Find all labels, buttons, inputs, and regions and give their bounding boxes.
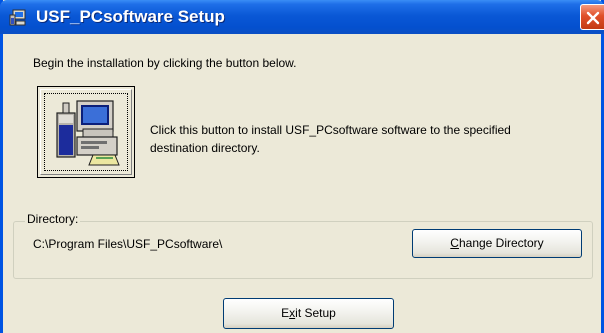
exit-setup-label-end: it Setup: [295, 306, 336, 320]
change-directory-button[interactable]: Change Directory: [412, 229, 582, 258]
change-directory-label: hange Directory: [458, 236, 544, 250]
close-button[interactable]: [580, 4, 604, 30]
instruction-text: Begin the installation by clicking the b…: [33, 56, 297, 70]
install-description: Click this button to install USF_PCsoftw…: [150, 123, 511, 155]
close-icon: [586, 11, 600, 25]
directory-path: C:\Program Files\USF_PCsoftware\: [33, 237, 223, 251]
computer-install-icon: [56, 100, 120, 166]
setup-icon: [9, 9, 27, 26]
exit-setup-button[interactable]: Exit Setup: [223, 298, 394, 329]
change-directory-mnemonic: C: [450, 236, 459, 250]
install-button[interactable]: [37, 86, 135, 178]
window-title: USF_PCsoftware Setup: [36, 7, 225, 26]
exit-setup-label-start: E: [281, 306, 290, 320]
directory-label: Directory:: [25, 212, 81, 226]
title-bar[interactable]: USF_PCsoftware Setup: [0, 0, 604, 34]
setup-window: USF_PCsoftware Setup Begin the installat…: [0, 0, 604, 333]
